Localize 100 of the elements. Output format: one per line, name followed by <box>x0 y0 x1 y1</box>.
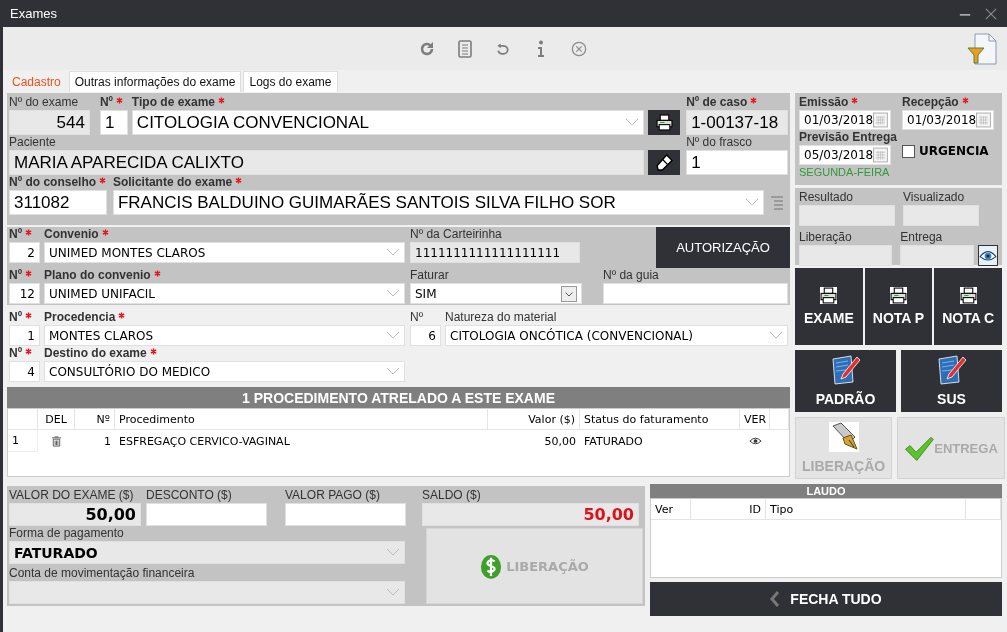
report-button[interactable]: PADRÃO <box>795 350 896 412</box>
text-field[interactable]: 50,00 <box>9 503 141 526</box>
column-header: ID <box>691 499 766 519</box>
text-field[interactable] <box>799 205 895 226</box>
text-field[interactable] <box>900 245 974 266</box>
chevron-left-icon <box>770 591 781 607</box>
authorization-button[interactable]: AUTORIZAÇÃO <box>656 227 790 268</box>
row-number: 1 <box>8 430 38 452</box>
dropdown[interactable]: FATURADO <box>9 541 405 564</box>
report-button[interactable]: SUS <box>901 350 1002 412</box>
field-label: VALOR PAGO ($) <box>285 488 380 503</box>
field-label: Nº <box>410 310 424 325</box>
text-field[interactable]: 12 <box>9 283 40 304</box>
dropdown[interactable]: FRANCIS BALDUINO GUIMARÃES SANTOIS SILVA FILHO SOR <box>112 190 764 215</box>
field-label: Previsão Entrega <box>799 130 898 145</box>
dropdown[interactable]: CITOLOGIA CONVENCIONAL <box>131 110 645 135</box>
required-icon <box>118 312 126 319</box>
chevron-down-icon <box>745 198 759 207</box>
chevron-down-icon <box>386 588 400 597</box>
dropdown[interactable]: CITOLOGIA ONCÓTICA (CONVENCIONAL) <box>445 325 788 346</box>
required-icon <box>115 97 123 104</box>
text-field[interactable] <box>146 503 267 526</box>
text-field[interactable]: 1111111111111111111 <box>410 242 580 263</box>
trash-icon[interactable] <box>51 435 62 447</box>
view-button[interactable] <box>978 245 998 266</box>
chevron-down-icon <box>386 367 400 376</box>
checkmark-icon <box>904 434 935 462</box>
date-field[interactable]: 01/03/2018 <box>902 110 994 130</box>
print-button[interactable] <box>648 110 681 135</box>
date-field[interactable]: 01/03/2018 <box>799 110 891 130</box>
chevron-down-icon <box>386 548 400 557</box>
text-field[interactable] <box>603 283 788 304</box>
required-icon <box>153 270 161 277</box>
dropdown[interactable]: UNIMED UNIFACIL <box>44 283 405 304</box>
checkbox[interactable] <box>902 144 915 158</box>
chevron-down-icon <box>386 331 400 340</box>
field-label: Nº do exame <box>9 95 79 110</box>
column-header: Status do faturamento <box>580 409 740 429</box>
tab[interactable]: Outras informações do exame <box>68 71 242 92</box>
required-icon <box>25 270 33 277</box>
field-label: Procedencia <box>44 310 116 325</box>
date-field[interactable]: 05/03/2018 <box>799 145 891 165</box>
field-label: Plano do convenio <box>44 268 151 283</box>
printer-icon <box>820 287 838 304</box>
dollar-icon <box>480 552 503 580</box>
document-icon[interactable] <box>457 39 473 58</box>
dropdown[interactable]: MONTES CLAROS <box>44 325 405 346</box>
field-label: Destino do exame <box>44 346 147 361</box>
text-field[interactable] <box>903 205 979 226</box>
close-icon[interactable] <box>985 7 997 20</box>
field-label: Conta de movimentação financeira <box>9 566 195 581</box>
field-label: VALOR DO EXAME ($) <box>9 488 134 503</box>
field-label: Solicitante do exame <box>112 175 233 190</box>
list-icon[interactable] <box>770 195 784 211</box>
edit-button[interactable] <box>648 150 681 175</box>
field-label: Emissão <box>799 95 849 110</box>
required-icon <box>750 97 758 104</box>
text-field[interactable]: 1-00137-18 <box>686 110 788 135</box>
calendar-icon[interactable] <box>873 147 888 163</box>
printer-icon <box>655 114 673 131</box>
dropdown[interactable]: UNIMED MONTES CLAROS <box>44 242 405 263</box>
print-button[interactable]: NOTA C <box>934 268 1002 345</box>
close-all-button[interactable]: FECHA TUDO <box>650 582 1002 616</box>
dropdown[interactable]: SIM <box>410 283 582 304</box>
print-button[interactable]: EXAME <box>795 268 863 345</box>
text-field[interactable]: 1 <box>686 150 788 175</box>
calendar-icon[interactable] <box>976 112 991 128</box>
table-cell-text: ESFREGAÇO CERVICO-VAGINAL <box>118 433 291 450</box>
text-field[interactable]: MARIA APARECIDA CALIXTO <box>9 150 645 175</box>
text-field[interactable]: 1 <box>9 325 40 346</box>
required-icon <box>149 348 157 355</box>
chevron-down-icon <box>625 118 640 127</box>
column-header: Procedimento <box>115 409 488 429</box>
text-field[interactable] <box>285 503 406 526</box>
calendar-icon[interactable] <box>873 112 888 128</box>
required-icon <box>235 177 243 184</box>
column-header: Valor ($) <box>488 409 580 429</box>
dropdown[interactable]: CONSULTÓRIO DO MEDICO <box>44 361 405 382</box>
column-header: Tipo <box>766 499 966 519</box>
field-label: Nº <box>99 95 113 110</box>
eye-icon[interactable] <box>748 437 762 445</box>
text-field[interactable]: 50,00 <box>422 503 639 526</box>
document-pencil-icon <box>830 355 861 385</box>
weekday-text: SEGUNDA-FEIRA <box>799 166 891 178</box>
text-field[interactable]: 6 <box>410 325 441 346</box>
text-field[interactable]: 311082 <box>9 190 107 215</box>
text-field[interactable]: 544 <box>9 110 90 135</box>
printer-icon <box>890 287 907 304</box>
text-field[interactable]: 4 <box>9 361 40 382</box>
text-field[interactable]: 1 <box>99 110 128 135</box>
cancel-icon[interactable] <box>571 39 587 58</box>
text-field[interactable]: 2 <box>9 242 40 263</box>
filter-document-icon[interactable] <box>967 32 997 65</box>
field-label: Faturar <box>410 268 449 283</box>
text-field[interactable] <box>799 245 893 266</box>
checkbox-label: URGENCIA <box>919 144 989 158</box>
tab[interactable]: Logs do exame <box>243 71 338 92</box>
print-button[interactable]: NOTA P <box>864 268 933 345</box>
field-label: Resultado <box>799 190 854 205</box>
field-label: Nº de caso <box>686 95 748 110</box>
